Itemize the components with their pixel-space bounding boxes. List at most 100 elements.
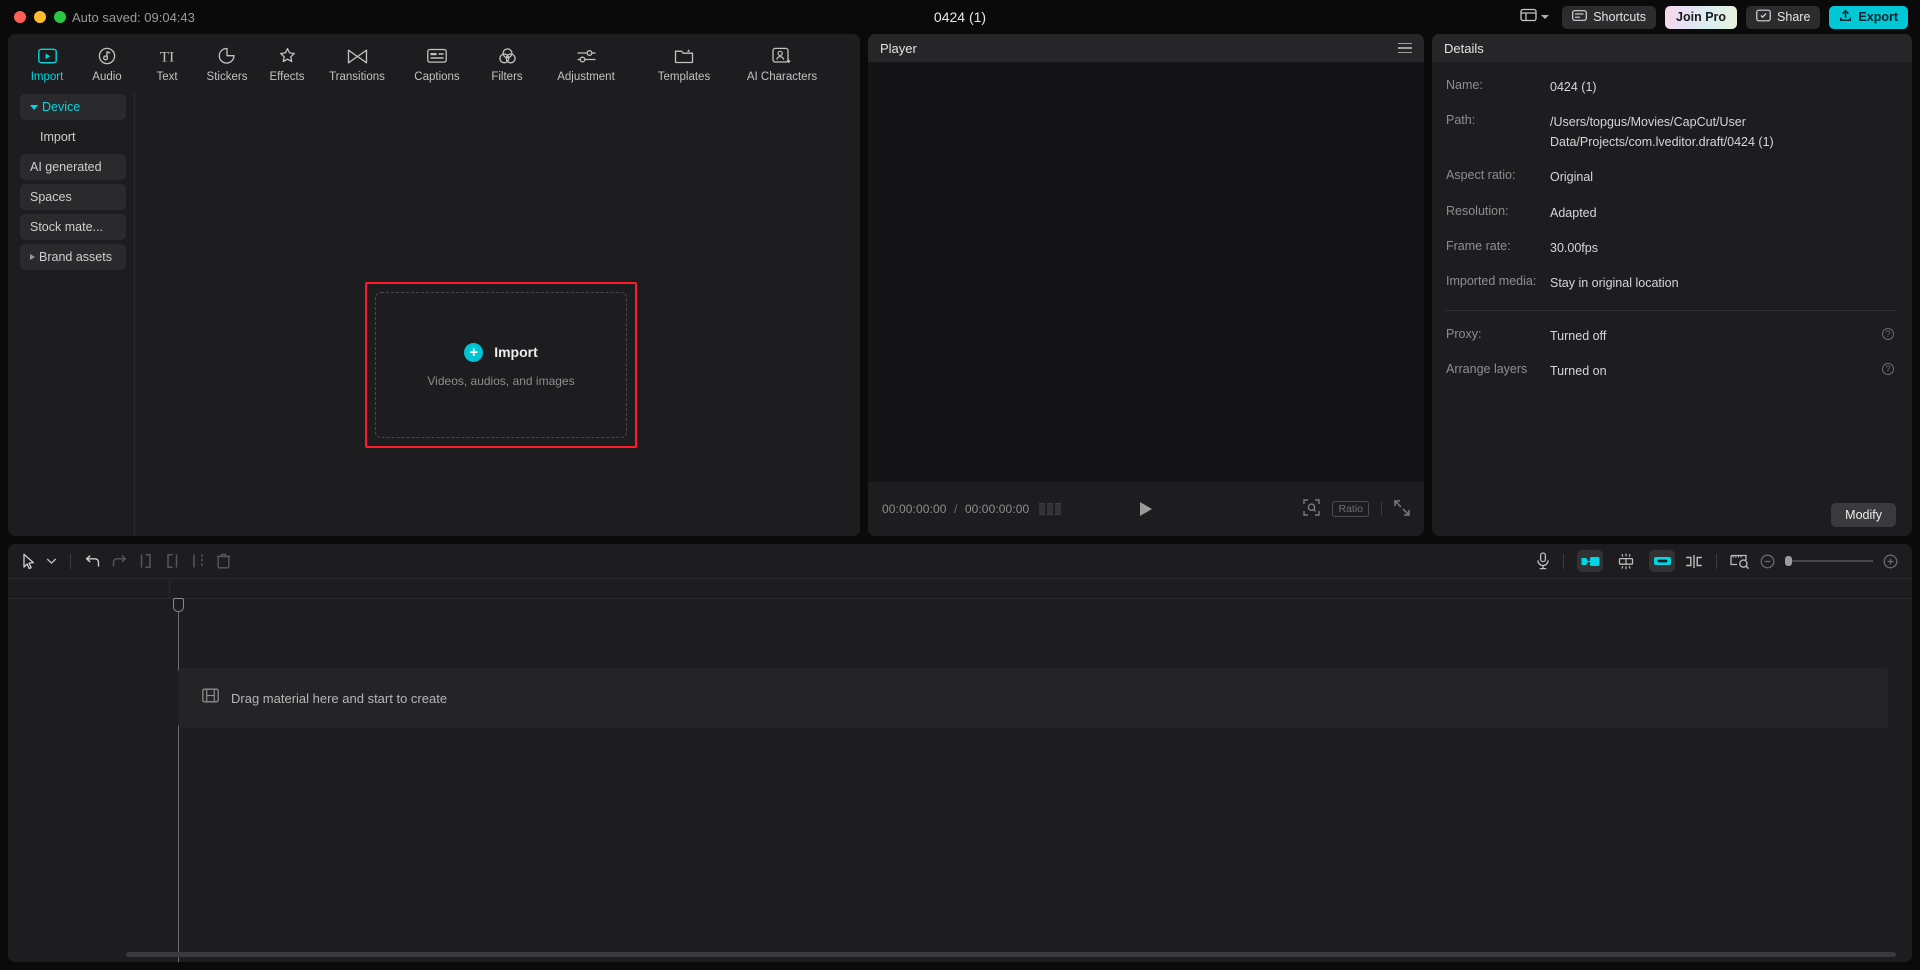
select-cursor-icon[interactable] [22,553,36,570]
zoom-slider-track[interactable] [1785,556,1873,566]
split-marker-icon[interactable] [1685,554,1703,569]
close-window-button[interactable] [14,11,26,23]
undo-icon[interactable] [84,554,101,569]
redo-icon[interactable] [111,554,128,569]
share-button[interactable]: Share [1746,5,1821,29]
detail-value: 0424 (1) [1550,80,1597,94]
detail-row-aspect-ratio: Aspect ratio: Original [1446,168,1896,187]
sidebar-item-device-label: Device [42,100,81,114]
question-circle-icon[interactable]: ? [1882,327,1894,340]
timeline-tracks[interactable]: Drag material here and start to create [8,598,1912,962]
keyboard-icon [1572,10,1588,24]
tab-audio[interactable]: Audio [78,40,136,83]
playhead[interactable] [173,598,184,962]
modify-button[interactable]: Modify [1831,503,1896,527]
fullscreen-icon[interactable] [1394,499,1410,519]
tab-transitions[interactable]: Transitions [318,40,396,83]
shortcuts-button[interactable]: Shortcuts [1562,5,1657,29]
tab-audio-label: Audio [92,71,122,83]
detail-value: Turned off [1550,328,1607,343]
link-icon[interactable] [1649,550,1675,572]
tab-stickers[interactable]: Stickers [198,40,256,83]
grid-icon[interactable] [1039,503,1062,515]
magnifier-frame-icon[interactable] [1303,499,1321,519]
sidebar-item-import-label: Import [40,130,76,144]
ratio-button[interactable]: Ratio [1332,501,1369,517]
share-label: Share [1777,10,1811,24]
import-dropzone[interactable]: + Import Videos, audios, and images [375,292,627,438]
share-icon [1756,9,1771,25]
total-time: 00:00:00:00 [964,502,1030,516]
export-button[interactable]: Export [1829,5,1908,29]
sidebar-item-spaces[interactable]: Spaces [20,184,126,210]
import-button-label: Import [494,344,538,360]
detail-row-imported-media: Imported media: Stay in original locatio… [1446,274,1896,293]
layout-icon [1520,8,1537,27]
sidebar-item-import[interactable]: Import [20,124,126,150]
import-subtitle: Videos, audios, and images [427,373,575,388]
layout-switch-button[interactable] [1516,5,1553,30]
tab-strip: Import Audio TI Text Stickers Effects Tr… [8,34,860,92]
delete-icon[interactable] [216,553,231,569]
timeline-ruler[interactable] [8,578,1912,598]
timeline-zoom-slider[interactable] [1785,556,1873,566]
effects-star-icon [278,46,297,66]
play-icon[interactable] [1140,502,1152,516]
detail-row-frame-rate: Frame rate: 30.00fps [1446,239,1896,258]
tab-filters[interactable]: Filters [478,40,536,83]
player-header: Player [868,34,1424,62]
tab-effects[interactable]: Effects [258,40,316,83]
player-stage[interactable] [868,62,1424,482]
sidebar-item-stock-materials[interactable]: Stock mate... [20,214,126,240]
zoom-slider-knob[interactable] [1785,556,1792,566]
detail-key: Resolution: [1446,203,1509,218]
details-panel: Details Name: 0424 (1) Path: /Users/topg… [1432,34,1912,536]
tab-adjustment-label: Adjustment [557,71,615,83]
timeline-horizontal-scrollbar[interactable] [126,952,1896,957]
tab-ai-characters-label: AI Characters [746,71,818,83]
timeline-fit-icon[interactable] [1730,553,1750,570]
snap-magnet-icon[interactable] [1577,550,1603,572]
timeline-placeholder-row[interactable]: Drag material here and start to create [178,668,1888,728]
zoom-in-icon[interactable] [1883,554,1898,569]
filters-circles-icon [498,46,517,66]
hamburger-icon[interactable] [1398,42,1412,54]
player-title: Player [880,40,917,56]
divider [70,553,71,569]
tab-templates[interactable]: Templates [636,40,732,83]
chevron-down-icon [1541,15,1550,19]
detail-key: Arrange layers [1446,362,1528,376]
sidebar-item-brand-assets[interactable]: Brand assets [20,244,126,270]
text-ti-icon: TI [156,46,178,66]
trim-left-icon[interactable] [138,553,154,569]
import-cta[interactable]: + Import [464,342,538,362]
microphone-icon[interactable] [1536,552,1550,570]
tab-import[interactable]: Import [18,40,76,83]
tab-text[interactable]: TI Text [138,40,196,83]
templates-folder-icon [674,46,694,66]
minimize-window-button[interactable] [34,11,46,23]
library-sidebar: Device Import AI generated Spaces Stock … [8,92,134,536]
split-icon[interactable] [190,553,206,569]
plus-circle-icon: + [464,342,484,362]
tab-adjustment[interactable]: Adjustment [538,40,634,83]
sidebar-item-device[interactable]: Device [20,94,126,120]
detail-row-path: Path: /Users/topgus/Movies/CapCut/User D… [1446,113,1896,152]
tab-ai-characters[interactable]: AI Characters [734,40,830,83]
maximize-window-button[interactable] [54,11,66,23]
details-title: Details [1444,40,1484,56]
cursor-dropdown-caret-icon[interactable] [46,557,57,565]
question-circle-icon[interactable]: ? [1882,363,1894,375]
join-pro-button[interactable]: Join Pro [1665,5,1738,29]
playhead-handle[interactable] [173,598,184,612]
auto-adjust-icon[interactable] [1613,550,1639,572]
zoom-out-icon[interactable] [1760,554,1775,569]
window-controls[interactable] [14,11,66,23]
trim-right-icon[interactable] [164,553,180,569]
join-pro-label: Join Pro [1676,10,1727,24]
tab-captions[interactable]: Captions [398,40,476,83]
sidebar-item-stock-materials-label: Stock mate... [30,220,103,234]
divider [1563,553,1564,569]
sidebar-item-ai-generated[interactable]: AI generated [20,154,126,180]
timeline-toolbar-right [1536,550,1898,572]
